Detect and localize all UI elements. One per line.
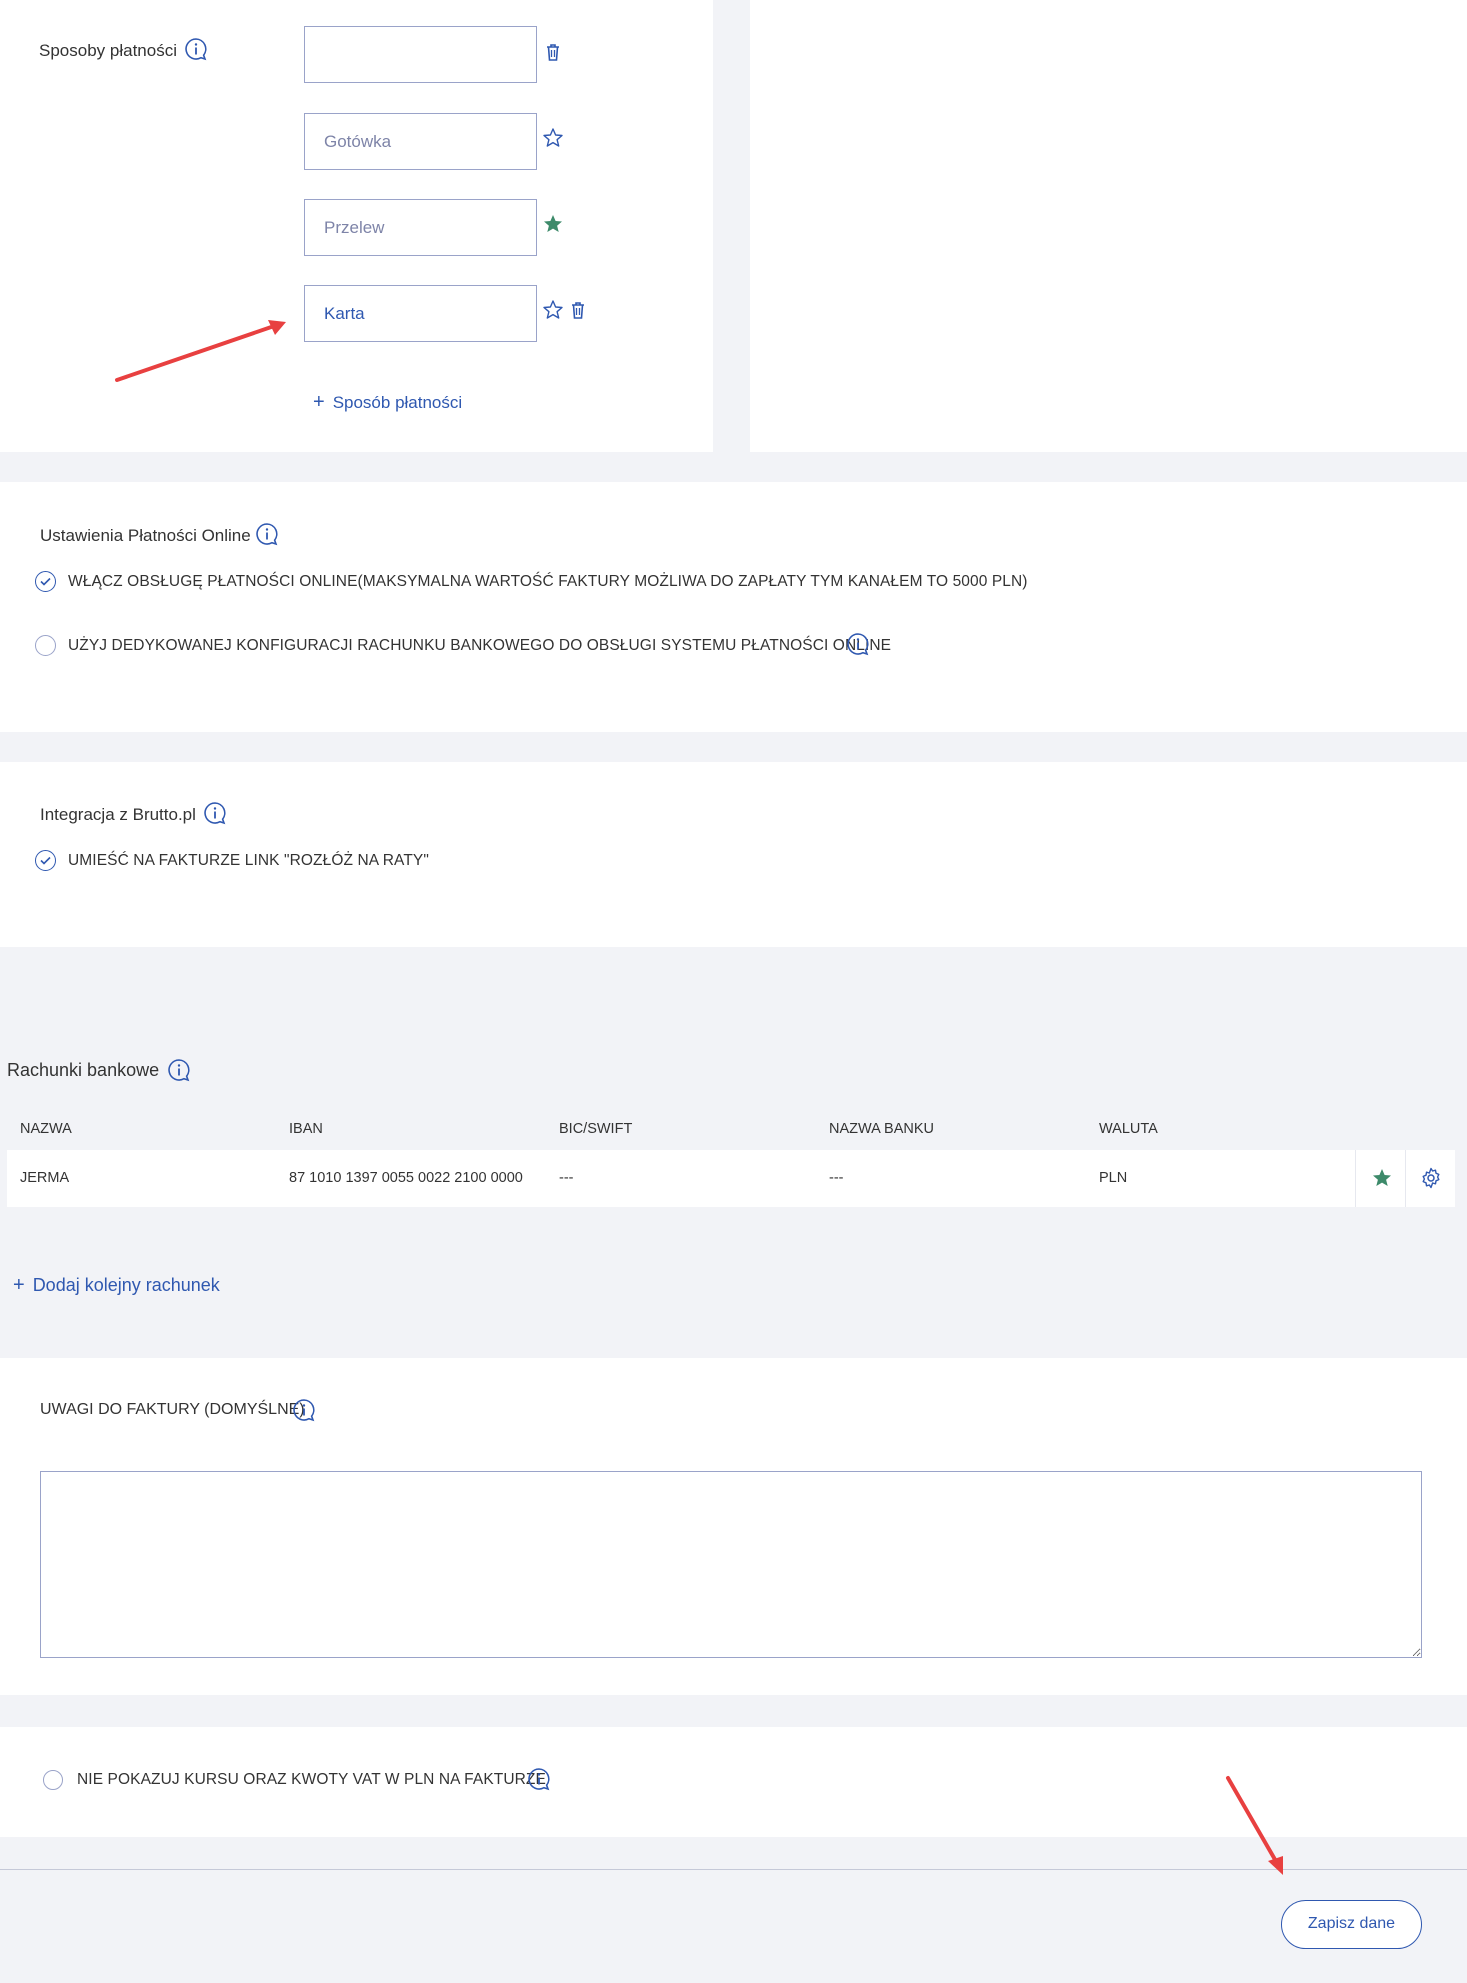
option-label: NIE POKAZUJ KURSU ORAZ KWOTY VAT W PLN N… (77, 1771, 546, 1788)
cell-iban: 87 1010 1397 0055 0022 2100 0000 (289, 1170, 523, 1186)
info-icon[interactable] (255, 522, 279, 546)
plus-icon: + (13, 1274, 25, 1296)
column-header-bic: BIC/SWIFT (559, 1121, 633, 1137)
invoice-notes-title: UWAGI DO FAKTURY (DOMYŚLNE) (40, 1401, 305, 1418)
info-icon[interactable] (846, 632, 870, 656)
plus-icon: + (313, 391, 325, 413)
divider (1405, 1150, 1406, 1207)
cell-bank: --- (829, 1170, 844, 1186)
payment-method-input[interactable]: Gotówka (304, 113, 537, 170)
invoice-notes-textarea[interactable] (40, 1471, 1422, 1658)
bank-accounts-title: Rachunki bankowe (7, 1060, 160, 1080)
check-icon[interactable] (35, 571, 56, 592)
save-button[interactable]: Zapisz dane (1281, 1900, 1422, 1949)
radio-button[interactable] (35, 635, 56, 656)
trash-icon[interactable] (542, 41, 564, 63)
hide-vat-pln-option[interactable]: NIE POKAZUJ KURSU ORAZ KWOTY VAT W PLN N… (43, 1770, 546, 1790)
divider (1355, 1150, 1356, 1207)
payment-method-input[interactable] (304, 26, 537, 83)
info-icon[interactable] (292, 1398, 316, 1422)
info-icon[interactable] (527, 1767, 551, 1791)
option-label: WŁĄCZ OBSŁUGĘ PŁATNOŚCI ONLINE(MAKSYMALN… (68, 572, 1028, 590)
table-row[interactable]: JERMA 87 1010 1397 0055 0022 2100 0000 -… (7, 1150, 1455, 1207)
star-outline-icon[interactable] (542, 299, 564, 321)
dedicated-bank-config-option[interactable]: UŻYJ DEDYKOWANEJ KONFIGURACJI RACHUNKU B… (35, 635, 891, 656)
payment-methods-label: Sposoby płatności (39, 41, 177, 60)
column-header-name: NAZWA (20, 1121, 72, 1137)
annotation-arrow (115, 320, 286, 382)
annotation-arrow (1226, 1776, 1283, 1875)
cell-bic: --- (559, 1170, 574, 1186)
radio-button[interactable] (43, 1770, 63, 1790)
online-payments-title: Ustawienia Płatności Online (40, 526, 251, 545)
add-bank-account-link[interactable]: + Dodaj kolejny rachunek (13, 1274, 220, 1297)
info-icon[interactable] (167, 1058, 191, 1082)
add-bank-account-label: Dodaj kolejny rachunek (32, 1275, 220, 1295)
option-label: UMIEŚĆ NA FAKTURZE LINK "ROZŁÓŻ NA RATY" (68, 851, 429, 869)
star-outline-icon[interactable] (542, 127, 564, 149)
enable-online-payments-option[interactable]: WŁĄCZ OBSŁUGĘ PŁATNOŚCI ONLINE(MAKSYMALN… (35, 571, 1028, 592)
add-payment-method-label: Sposób płatności (332, 393, 463, 412)
column-header-currency: WALUTA (1099, 1121, 1158, 1137)
cell-name: JERMA (20, 1170, 70, 1186)
right-empty-panel (750, 0, 1467, 452)
brutto-title: Integracja z Brutto.pl (40, 805, 196, 824)
cell-currency: PLN (1099, 1170, 1128, 1186)
info-icon[interactable] (184, 37, 208, 61)
installments-link-option[interactable]: UMIEŚĆ NA FAKTURZE LINK "ROZŁÓŻ NA RATY" (35, 850, 429, 871)
info-icon[interactable] (203, 801, 227, 825)
payment-method-input[interactable]: Przelew (304, 199, 537, 256)
add-payment-method-link[interactable]: + Sposób płatności (313, 391, 462, 414)
star-filled-icon[interactable] (542, 213, 564, 235)
option-label: UŻYJ DEDYKOWANEJ KONFIGURACJI RACHUNKU B… (68, 636, 892, 654)
column-header-iban: IBAN (289, 1121, 323, 1137)
check-icon[interactable] (35, 850, 56, 871)
star-filled-icon[interactable] (1371, 1167, 1393, 1189)
column-header-bank: NAZWA BANKU (829, 1121, 935, 1137)
online-payments-panel (0, 482, 1467, 732)
trash-icon[interactable] (567, 299, 589, 321)
gear-icon[interactable] (1420, 1167, 1442, 1189)
payment-method-input[interactable]: Karta (304, 285, 537, 342)
